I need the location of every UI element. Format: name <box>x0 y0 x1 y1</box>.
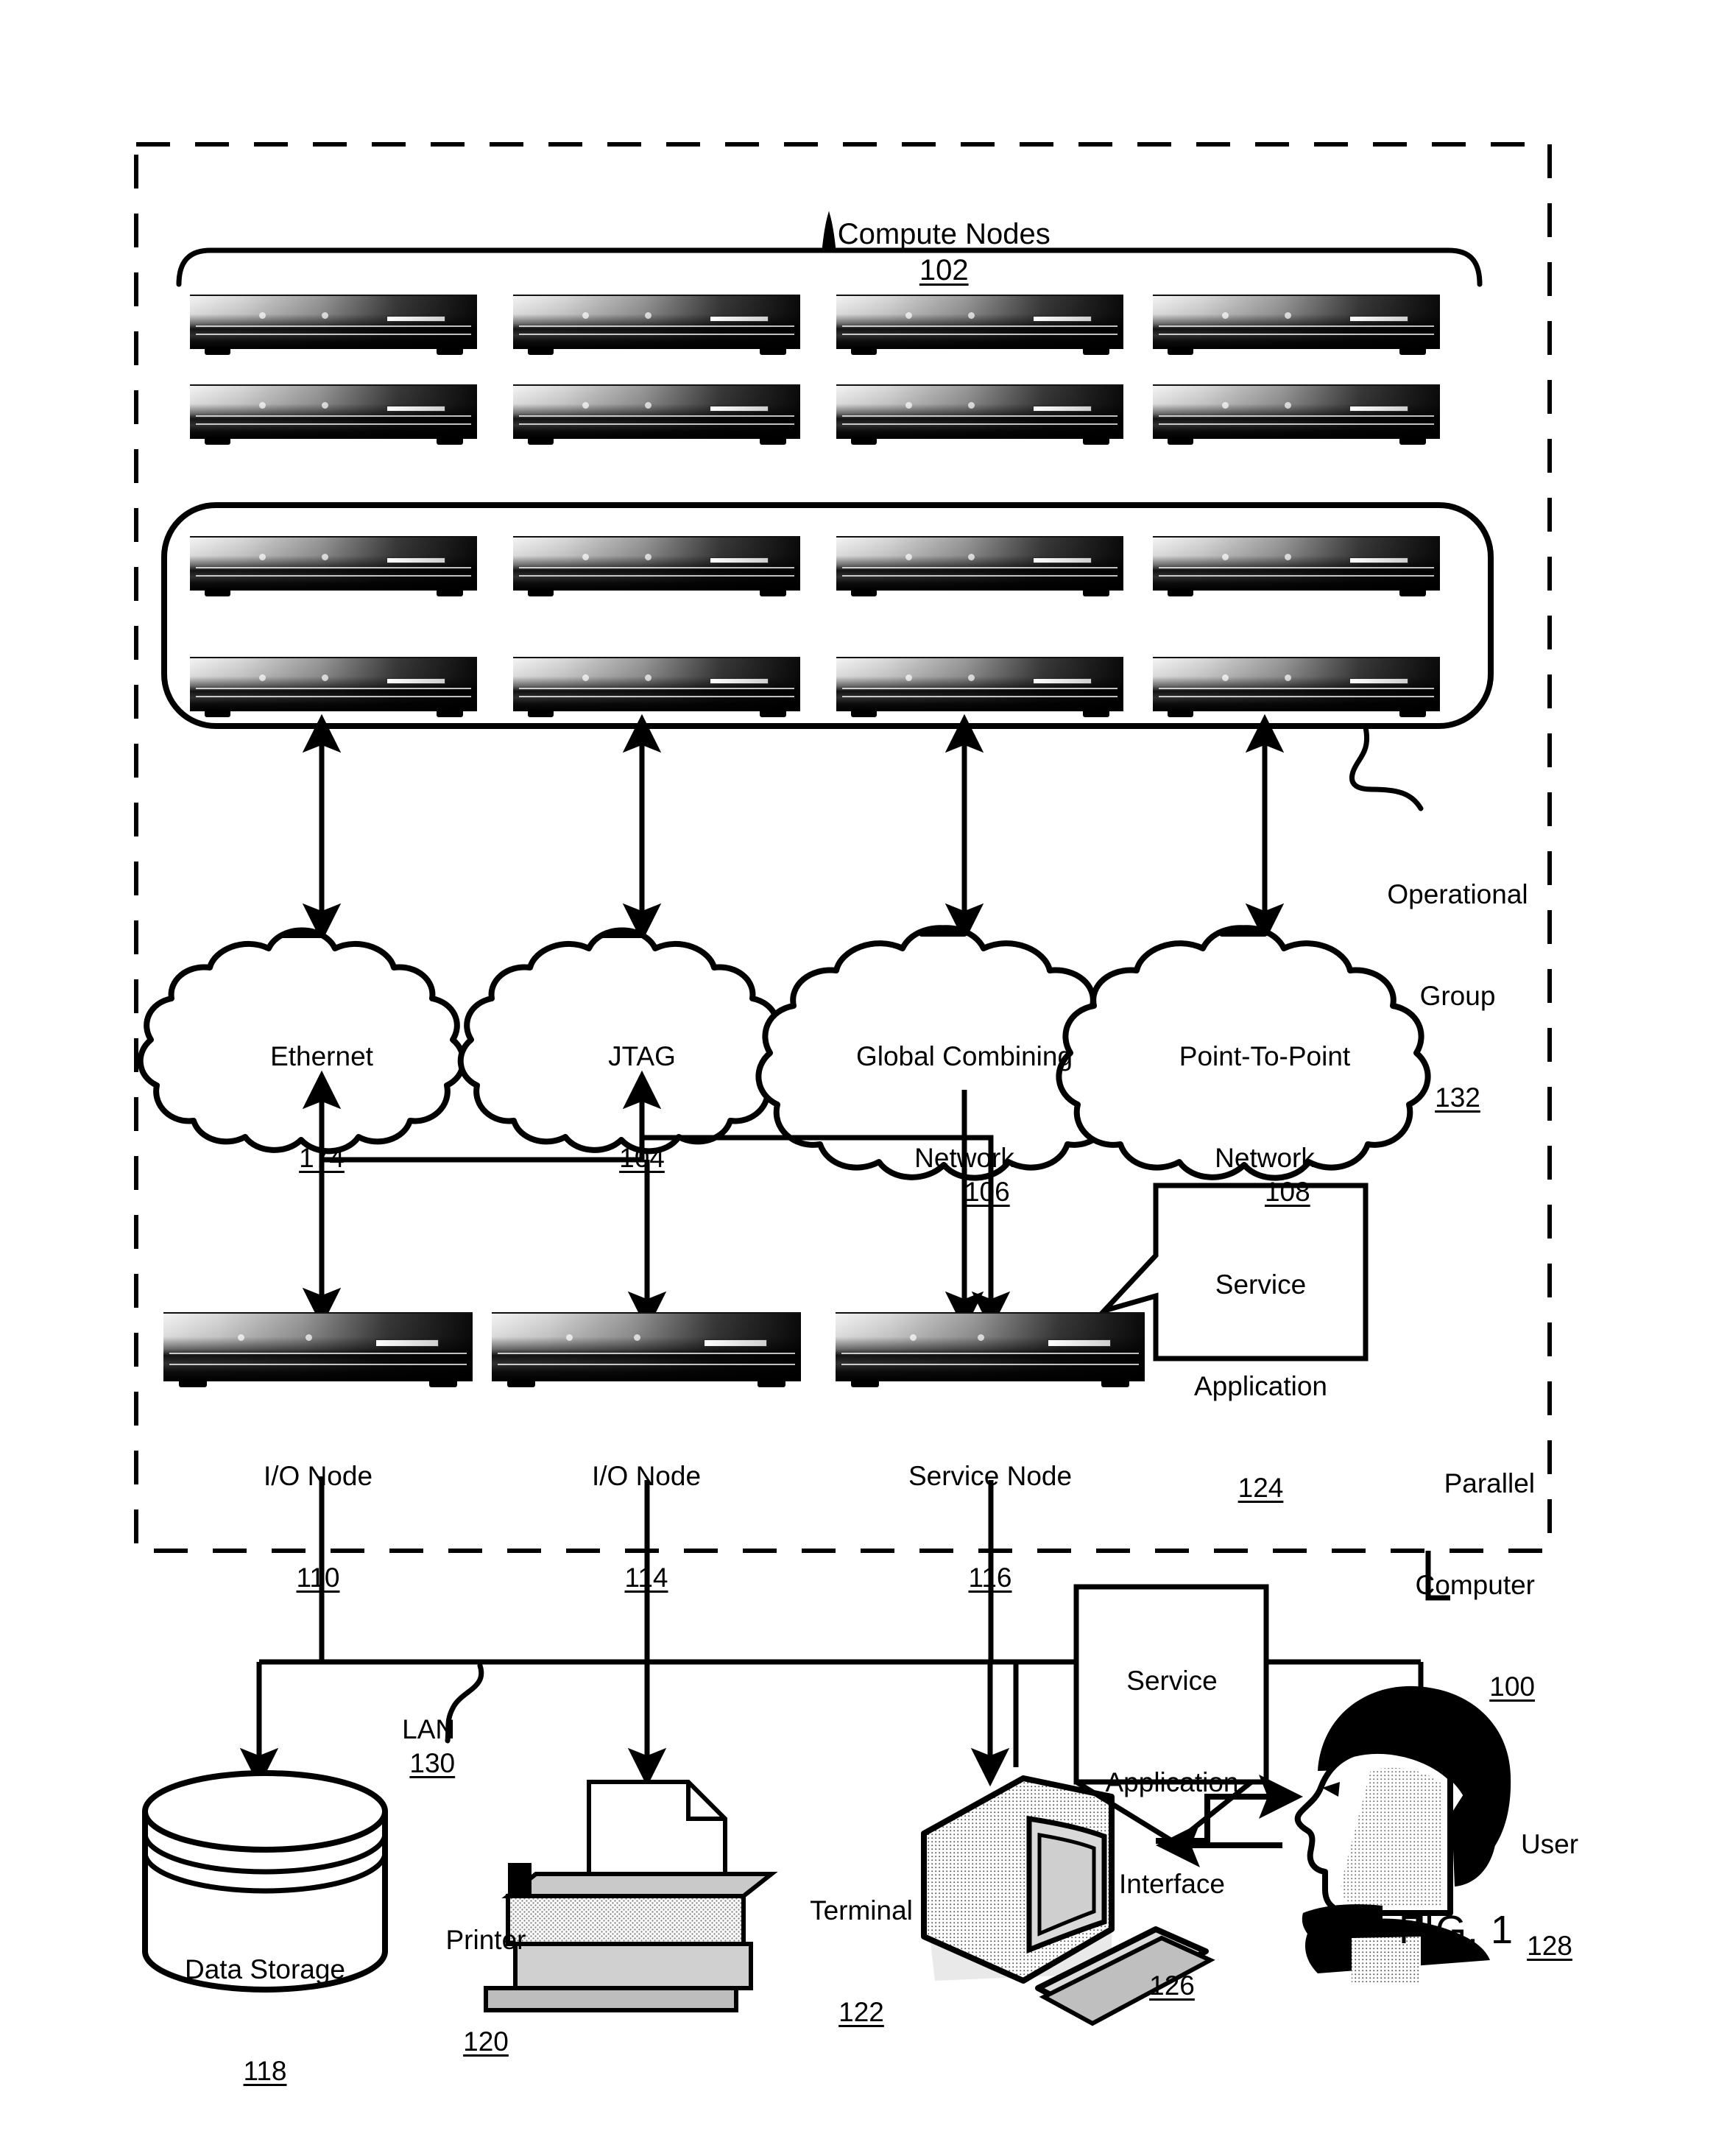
service-application-line1: Service <box>1215 1269 1307 1300</box>
data-storage-label: Data Storage 118 <box>140 1885 390 2156</box>
network-jtag-label: JTAG 104 <box>532 972 752 1243</box>
server-node-icon <box>1153 295 1440 355</box>
network-ethernet-label: Ethernet 174 <box>211 972 432 1243</box>
sai-line2: Application <box>1105 1767 1239 1797</box>
parallel-computer-label: Parallel Computer 100 <box>1340 1399 1535 1772</box>
server-node-icon <box>1153 657 1440 717</box>
lan-label-text: LAN <box>402 1714 456 1744</box>
terminal-label: Terminal 122 <box>788 1826 935 2097</box>
service-application-line2: Application <box>1193 1371 1327 1401</box>
network-ethernet-ref: 174 <box>299 1143 345 1173</box>
io-node-114-name: I/O Node <box>591 1461 702 1491</box>
io-node-110-label: I/O Node 110 <box>171 1392 465 1663</box>
server-node-icon <box>190 384 477 445</box>
network-jtag-ref: 104 <box>619 1143 665 1173</box>
service-application-label: Service Application 124 <box>1159 1200 1362 1573</box>
user-name: User <box>1520 1829 1579 1859</box>
network-global-combining-line2: Network <box>914 1143 1014 1173</box>
parallel-computer-line1: Parallel <box>1444 1468 1535 1498</box>
parallel-computer-line2: Computer <box>1415 1570 1535 1600</box>
io-node-114-icon <box>492 1312 801 1387</box>
network-global-combining-ref: 106 <box>964 1177 1010 1207</box>
user-label: User 128 <box>1480 1760 1620 2031</box>
operational-group-line1: Operational <box>1387 879 1528 909</box>
parallel-computer-ref: 100 <box>1489 1671 1535 1702</box>
network-jtag-name: JTAG <box>608 1041 676 1071</box>
server-node-icon <box>190 536 477 596</box>
compute-nodes-ref: 102 <box>919 254 969 286</box>
service-node-116-name: Service Node <box>908 1461 1073 1491</box>
data-storage-name: Data Storage <box>184 1954 346 1984</box>
terminal-ref: 122 <box>838 1997 884 2027</box>
service-application-interface-label: Service Application Interface 126 <box>1081 1596 1263 2071</box>
server-node-icon <box>513 384 800 445</box>
service-node-116-icon <box>836 1312 1145 1387</box>
server-node-icon <box>1153 384 1440 445</box>
network-global-combining-label: Global Combining Network 106 <box>817 972 1112 1277</box>
network-ethernet-name: Ethernet <box>270 1041 373 1071</box>
sai-ref: 126 <box>1149 1970 1195 2001</box>
printer-name: Printer <box>445 1925 526 1955</box>
io-node-110-icon <box>163 1312 473 1387</box>
io-node-110-name: I/O Node <box>263 1461 373 1491</box>
compute-nodes-label: Compute Nodes 102 <box>736 180 1119 325</box>
server-node-icon <box>836 384 1123 445</box>
printer-label: Printer 120 <box>409 1856 563 2127</box>
printer-ref: 120 <box>463 2026 509 2057</box>
group-to-network-arrows <box>302 714 1285 943</box>
io-node-114-ref: 114 <box>624 1563 668 1593</box>
server-node-icon <box>836 536 1123 596</box>
server-node-icon <box>190 295 477 355</box>
operational-group-leader <box>1349 725 1424 811</box>
terminal-name: Terminal <box>810 1895 913 1926</box>
service-application-ref: 124 <box>1237 1473 1284 1503</box>
lan-ref: 130 <box>409 1748 456 1778</box>
server-node-icon <box>513 657 800 717</box>
service-node-116-ref: 116 <box>968 1563 1012 1593</box>
io-node-110-ref: 110 <box>296 1563 340 1593</box>
server-node-icon <box>836 657 1123 717</box>
figure-caption: FIG. 1 <box>1399 1908 1514 1952</box>
compute-nodes-label-text: Compute Nodes <box>837 218 1051 250</box>
figure-canvas: Compute Nodes 102 Operational Group 132 … <box>0 0 1716 2090</box>
network-global-combining-name: Global Combining <box>855 1041 1073 1071</box>
server-node-icon <box>190 657 477 717</box>
network-point-to-point-name: Point-To-Point <box>1179 1041 1351 1071</box>
server-node-icon <box>513 536 800 596</box>
network-point-to-point-line2: Network <box>1215 1143 1315 1173</box>
lan-label: LAN 130 <box>372 1679 637 1814</box>
sai-line3: Interface <box>1119 1869 1225 1899</box>
server-node-icon <box>1153 536 1440 596</box>
io-node-114-label: I/O Node 114 <box>499 1392 794 1663</box>
data-storage-ref: 118 <box>243 2056 287 2086</box>
sai-line1: Service <box>1126 1666 1218 1696</box>
